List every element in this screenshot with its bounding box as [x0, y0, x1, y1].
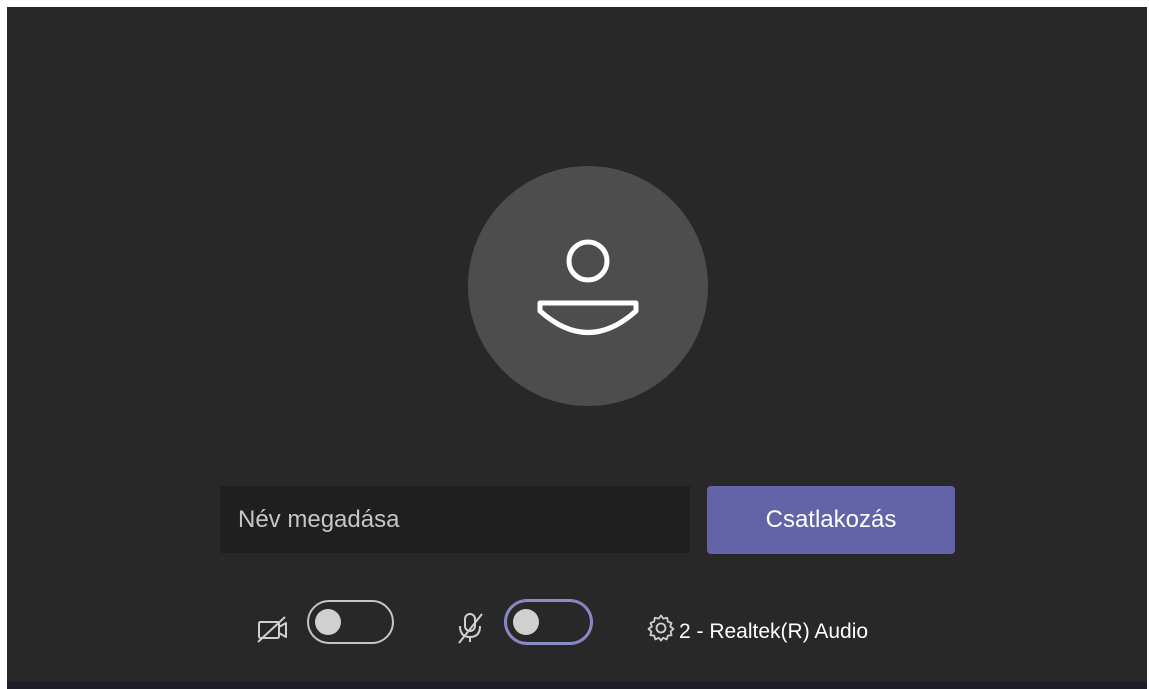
- camera-toggle[interactable]: [307, 600, 394, 644]
- microphone-toggle[interactable]: [505, 600, 592, 644]
- name-input[interactable]: [220, 486, 690, 553]
- camera-off-icon: [256, 614, 290, 644]
- avatar: [468, 166, 708, 406]
- audio-device-label[interactable]: 2 - Realtek(R) Audio: [679, 620, 868, 644]
- bottom-strip: [7, 682, 1147, 689]
- gear-icon[interactable]: [646, 613, 676, 643]
- person-icon: [537, 239, 639, 335]
- microphone-off-icon: [455, 611, 485, 645]
- camera-toggle-knob: [315, 609, 341, 635]
- prejoin-screen: Csatlakozás: [7, 7, 1147, 689]
- microphone-toggle-knob: [513, 609, 539, 635]
- join-button[interactable]: Csatlakozás: [707, 486, 955, 554]
